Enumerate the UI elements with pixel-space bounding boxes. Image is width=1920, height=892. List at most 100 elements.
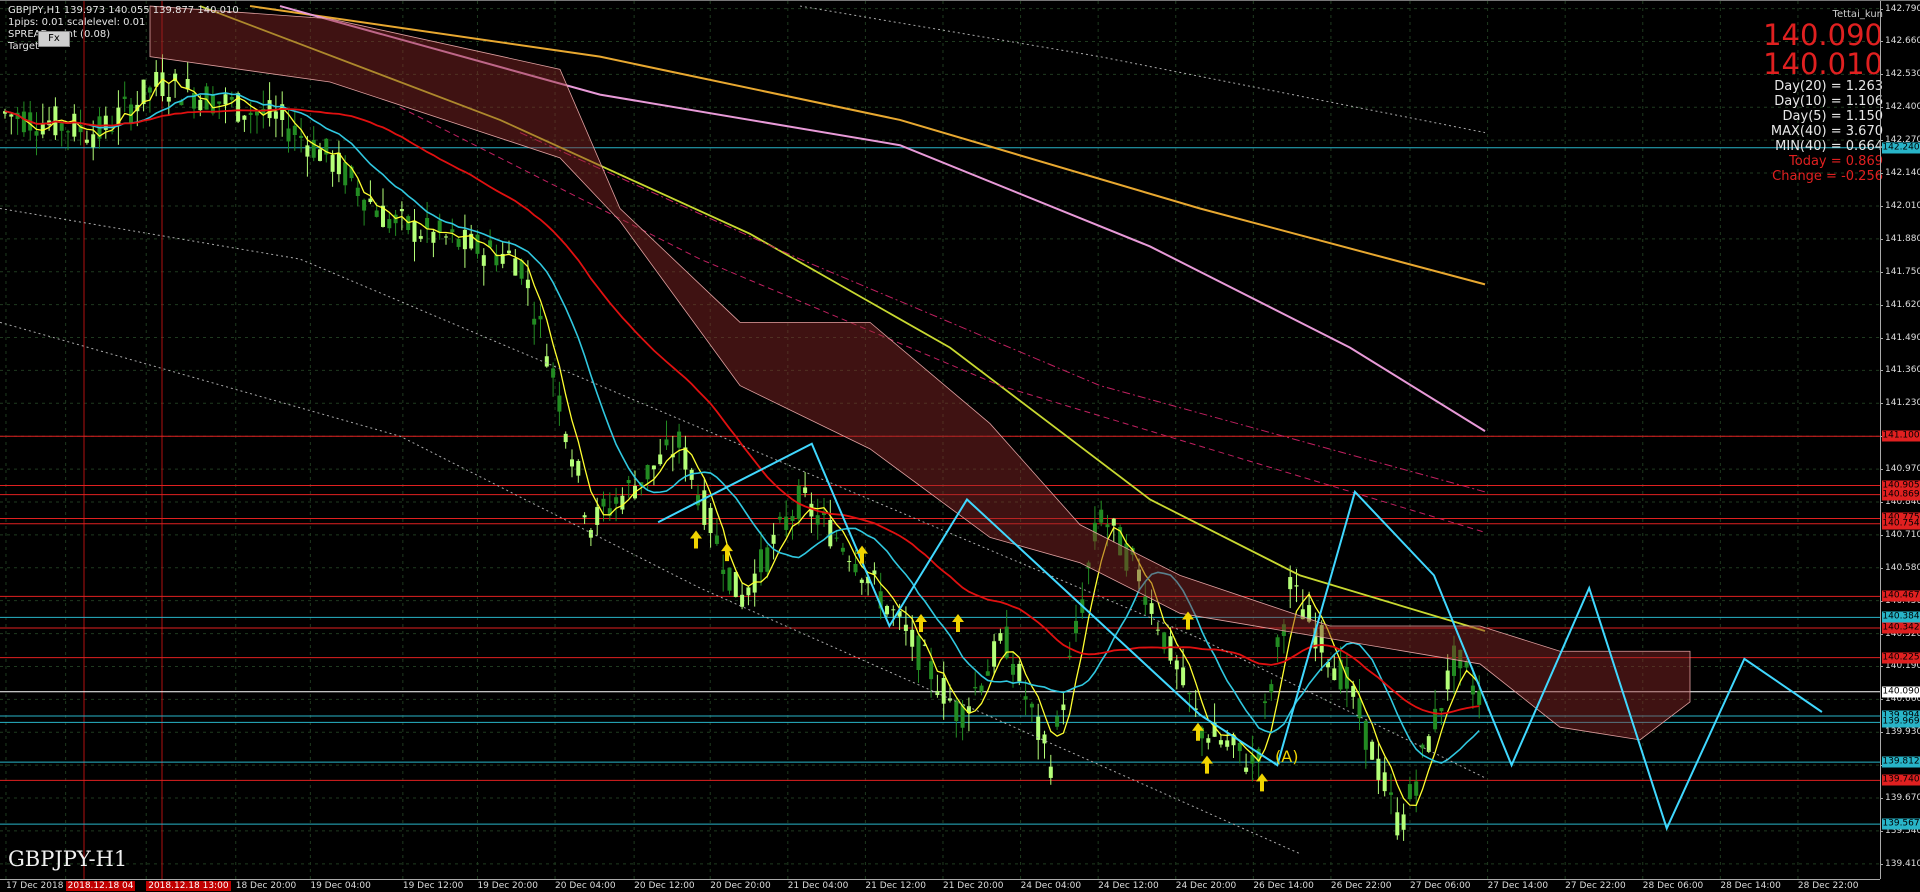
price-level-label: 142.240 [1882,142,1920,154]
price-tick-label: 141.490 [1879,333,1920,343]
candle-body [979,685,984,692]
candle-body [1225,740,1230,747]
candle-body [141,79,146,105]
symbol-watermark: GBPJPY-H1 [8,847,128,871]
candle-body [21,111,26,133]
candle-body [727,567,732,591]
candle-body [292,125,297,136]
candle-body [544,356,549,367]
candle-body [66,131,70,133]
candle-body [1042,734,1047,744]
candle-body [708,507,713,533]
candle-body [941,677,946,704]
candle-body [1357,698,1362,719]
ma-fast-line [4,77,1480,807]
candle-body [1382,772,1387,792]
time-tick-label: 27 Dec 14:00 [1487,881,1549,891]
candle-body [1263,701,1267,704]
candle-body [1023,696,1028,700]
candle-body [595,507,600,525]
envelope-line [0,207,1486,779]
candle-body [160,72,165,97]
candle-body [1294,585,1299,587]
candle-body [318,149,322,161]
candle-body [9,114,14,117]
candle-body [166,96,171,102]
candle-body [532,318,537,325]
candle-body [1111,518,1116,526]
price-level-label: 140.090 [1882,686,1920,698]
stat-line: Day(5) = 1.150 [1782,109,1883,124]
range-stats: Day(20) = 1.263 Day(10) = 1.106 Day(5) = 1… [1763,79,1883,184]
candle-body [1426,736,1431,752]
candle-body [538,315,543,320]
candle-body [1477,691,1482,705]
candle-body [954,700,959,722]
candle-body [714,535,719,544]
candle-body [399,209,404,212]
stat-line: MAX(40) = 3.670 [1770,124,1883,139]
up-arrow-icon [952,613,964,632]
time-tick-label: 26 Dec 22:00 [1330,881,1392,891]
candle-body [1099,509,1104,523]
candle-body [746,587,751,596]
candle-body [1174,660,1179,670]
indicator-toggle-button[interactable]: Fx [38,31,70,47]
candle-body [601,498,606,507]
candle-body [267,100,272,119]
stat-line: Day(20) = 1.263 [1774,79,1883,94]
info-panel: Tettai_kun 140.090 140.010 Day(20) = 1.2… [1763,9,1883,184]
price-tick-label: 142.010 [1879,201,1920,211]
candle-body [1414,781,1419,796]
candle-body [1149,603,1154,614]
price-plot[interactable] [0,1,1880,879]
price-tick-label: 142.400 [1879,102,1920,112]
candle-body [462,229,467,250]
time-axis[interactable]: 17 Dec 2018 2018.12.18 04 2018.12.18 13:00… [0,879,1880,892]
candle-body [664,439,669,446]
price-tick-label: 141.880 [1879,234,1920,244]
candle-body [582,515,587,518]
candle-body [481,255,486,266]
candle-body [242,115,247,120]
candle-body [1029,703,1034,708]
stat-line: Day(10) = 1.106 [1774,94,1883,109]
price-level-label: 140.467 [1882,590,1920,602]
price-level-label: 141.100 [1882,430,1920,442]
price-tick-label: 141.750 [1879,267,1920,277]
price-level-label: 140.869 [1882,489,1920,501]
price-tick-label: 139.930 [1879,727,1920,737]
candle-body [563,433,568,443]
candle-body [859,579,864,583]
candle-body [903,624,908,631]
candle-body [803,487,808,493]
price-tick-label: 140.970 [1879,464,1920,474]
time-tick-label: 27 Dec 06:00 [1410,881,1471,891]
candle-body [784,516,789,530]
time-tick-label: 27 Dec 22:00 [1565,881,1626,891]
candle-body [34,131,39,136]
candle-body [1155,629,1160,631]
candle-body [702,490,707,525]
candle-body [815,515,820,525]
candle-body [1036,716,1041,740]
price-level-label: 140.754 [1882,518,1920,530]
chart-window[interactable]: GBPJPY,H1 139.973 140.055 139.877 140.01… [0,0,1920,891]
candle-body [223,94,228,105]
candle-body [576,460,581,476]
candle-body [412,220,417,242]
candle-body [1237,742,1242,752]
candle-body [343,162,348,186]
candle-body [1143,596,1148,605]
time-tick-label: 26 Dec 14:00 [1253,881,1314,891]
candle-body [551,368,556,378]
price-tick-label: 139.410 [1879,859,1920,869]
price-level-label: 139.812 [1882,756,1920,768]
candle-body [1218,740,1223,745]
price-axis[interactable]: 142.790 142.660 142.530 142.400 142.270 142.1… [1879,1,1920,879]
stat-line: MIN(40) = 0.664 [1775,139,1883,154]
candle-body [1244,767,1249,772]
time-tick-label: 20 Dec 20:00 [710,881,771,891]
time-tick-label: 21 Dec 04:00 [787,881,849,891]
candle-body [1401,814,1406,830]
